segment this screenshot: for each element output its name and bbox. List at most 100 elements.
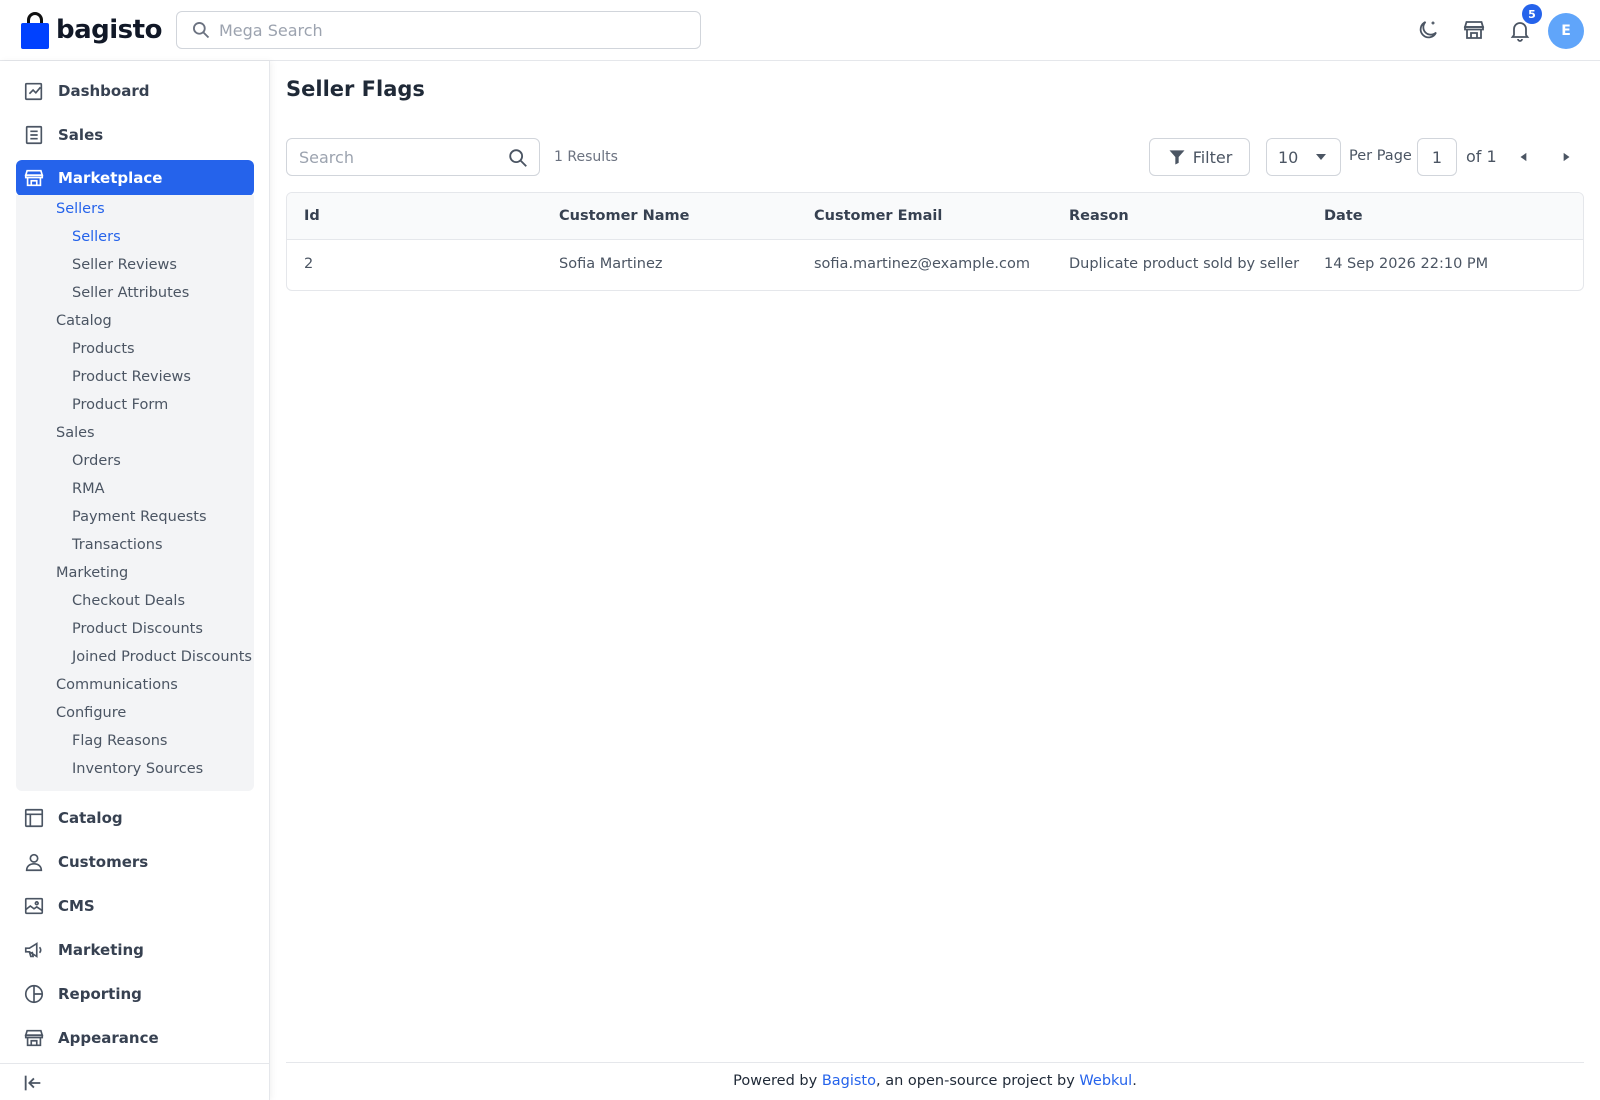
- mega-search-input[interactable]: [219, 20, 679, 40]
- cell-customer-email: sofia.martinez@example.com: [814, 256, 1030, 272]
- sidebar-collapse-bar: [0, 1063, 270, 1100]
- image-icon: [22, 894, 46, 918]
- per-page-value: 10: [1278, 147, 1299, 167]
- sidebar-item-label: Catalog: [58, 809, 123, 827]
- footer: Powered by Bagisto, an open-source proje…: [286, 1062, 1584, 1100]
- column-header-reason[interactable]: Reason: [1069, 208, 1129, 224]
- webkul-link[interactable]: Webkul: [1079, 1073, 1132, 1089]
- cell-customer-name: Sofia Martinez: [559, 256, 663, 272]
- sidebar-item-label: Marketing: [58, 941, 144, 959]
- column-header-date[interactable]: Date: [1324, 208, 1363, 224]
- submenu-inventory-sources[interactable]: Inventory Sources: [72, 761, 203, 777]
- sidebar-item-label: Customers: [58, 853, 149, 871]
- notification-count-badge: 5: [1522, 4, 1542, 24]
- submenu-seller-reviews[interactable]: Seller Reviews: [72, 257, 177, 273]
- filter-icon: [1169, 150, 1185, 165]
- sidebar-item-reporting[interactable]: Reporting: [16, 976, 254, 1012]
- sidebar-item-sales[interactable]: Sales: [16, 117, 254, 153]
- catalog-icon: [22, 806, 46, 830]
- total-pages: of 1: [1466, 147, 1497, 166]
- sidebar-item-marketing[interactable]: Marketing: [16, 932, 254, 968]
- table-header: Id Customer Name Customer Email Reason D…: [287, 193, 1583, 240]
- submenu-product-reviews[interactable]: Product Reviews: [72, 369, 191, 385]
- submenu-products[interactable]: Products: [72, 341, 135, 357]
- sidebar-item-label: Marketplace: [58, 169, 163, 187]
- submenu-sellers[interactable]: Sellers: [56, 201, 105, 217]
- submenu-transactions[interactable]: Transactions: [72, 537, 163, 553]
- submenu-marketing[interactable]: Marketing: [56, 565, 128, 581]
- sidebar-item-customers[interactable]: Customers: [16, 844, 254, 880]
- sidebar-item-label: Dashboard: [58, 82, 150, 100]
- footer-suffix: .: [1132, 1073, 1137, 1089]
- submenu-sellers-list[interactable]: Sellers: [72, 229, 121, 245]
- submenu-flag-reasons[interactable]: Flag Reasons: [72, 733, 167, 749]
- column-header-id[interactable]: Id: [304, 208, 320, 224]
- cell-id: 2: [304, 256, 314, 272]
- store-icon: [22, 166, 46, 190]
- sidebar-item-label: CMS: [58, 897, 95, 915]
- sidebar: Dashboard Sales Marketplace Sellers Sell…: [0, 61, 270, 1100]
- search-icon: [193, 22, 210, 39]
- submenu-rma[interactable]: RMA: [72, 481, 105, 497]
- next-page-button[interactable]: [1555, 146, 1577, 168]
- previous-page-button[interactable]: [1513, 146, 1535, 168]
- bagisto-link[interactable]: Bagisto: [822, 1073, 876, 1089]
- footer-prefix: Powered by: [733, 1073, 822, 1089]
- current-page-input[interactable]: 1: [1417, 138, 1457, 176]
- sidebar-item-cms[interactable]: CMS: [16, 888, 254, 924]
- filter-button[interactable]: Filter: [1149, 138, 1250, 176]
- sidebar-item-label: Appearance: [58, 1029, 159, 1047]
- datagrid-search-input[interactable]: [299, 147, 499, 167]
- top-header: bagisto 5 E: [0, 0, 1600, 61]
- submenu-product-discounts[interactable]: Product Discounts: [72, 621, 203, 637]
- submenu-payment-requests[interactable]: Payment Requests: [72, 509, 207, 525]
- mega-search-box[interactable]: [176, 11, 701, 49]
- storefront-link[interactable]: [1459, 15, 1489, 45]
- column-header-customer-name[interactable]: Customer Name: [559, 208, 690, 224]
- cell-date: 14 Sep 2026 22:10 PM: [1324, 256, 1489, 272]
- sidebar-item-marketplace[interactable]: Marketplace: [16, 160, 254, 196]
- sidebar-item-dashboard[interactable]: Dashboard: [16, 73, 254, 109]
- submenu-catalog[interactable]: Catalog: [56, 313, 112, 329]
- store-icon: [1463, 21, 1485, 39]
- page-title: Seller Flags: [286, 77, 425, 101]
- column-header-customer-email[interactable]: Customer Email: [814, 208, 942, 224]
- bagisto-logo[interactable]: bagisto: [20, 10, 162, 50]
- per-page-label: Per Page: [1349, 148, 1412, 164]
- shopping-bag-icon: [20, 11, 50, 49]
- footer-middle: , an open-source project by: [876, 1073, 1080, 1089]
- submenu-orders[interactable]: Orders: [72, 453, 121, 469]
- sidebar-item-label: Reporting: [58, 985, 142, 1003]
- collapse-sidebar-icon[interactable]: [22, 1072, 44, 1094]
- submenu-sales[interactable]: Sales: [56, 425, 95, 441]
- submenu-checkout-deals[interactable]: Checkout Deals: [72, 593, 185, 609]
- receipt-icon: [22, 123, 46, 147]
- submenu-configure[interactable]: Configure: [56, 705, 126, 721]
- chart-icon: [22, 982, 46, 1006]
- megaphone-icon: [22, 938, 46, 962]
- moon-icon: [1419, 21, 1437, 39]
- user-avatar[interactable]: E: [1548, 13, 1584, 49]
- search-icon[interactable]: [507, 147, 529, 169]
- marketplace-submenu: Sellers Sellers Seller Reviews Seller At…: [16, 195, 254, 791]
- cell-reason: Duplicate product sold by seller: [1069, 256, 1300, 272]
- logo-text: bagisto: [56, 15, 162, 45]
- caret-down-icon: [1316, 154, 1326, 160]
- table-row: 2 Sofia Martinez sofia.martinez@example.…: [287, 240, 1583, 290]
- seller-flags-table: Id Customer Name Customer Email Reason D…: [286, 192, 1584, 291]
- caret-left-icon: [1520, 152, 1527, 162]
- sidebar-item-catalog[interactable]: Catalog: [16, 800, 254, 836]
- per-page-select[interactable]: 10: [1266, 138, 1341, 176]
- submenu-communications[interactable]: Communications: [56, 677, 178, 693]
- user-icon: [22, 850, 46, 874]
- filter-button-label: Filter: [1192, 147, 1233, 167]
- sidebar-item-appearance[interactable]: Appearance: [16, 1020, 254, 1056]
- submenu-joined-product-discounts[interactable]: Joined Product Discounts: [72, 649, 252, 665]
- submenu-seller-attributes[interactable]: Seller Attributes: [72, 285, 189, 301]
- datagrid-search-box[interactable]: [286, 138, 540, 176]
- store-icon: [22, 1026, 46, 1050]
- dashboard-icon: [22, 79, 46, 103]
- submenu-product-form[interactable]: Product Form: [72, 397, 168, 413]
- dark-mode-toggle[interactable]: [1413, 15, 1443, 45]
- sidebar-item-label: Sales: [58, 126, 104, 144]
